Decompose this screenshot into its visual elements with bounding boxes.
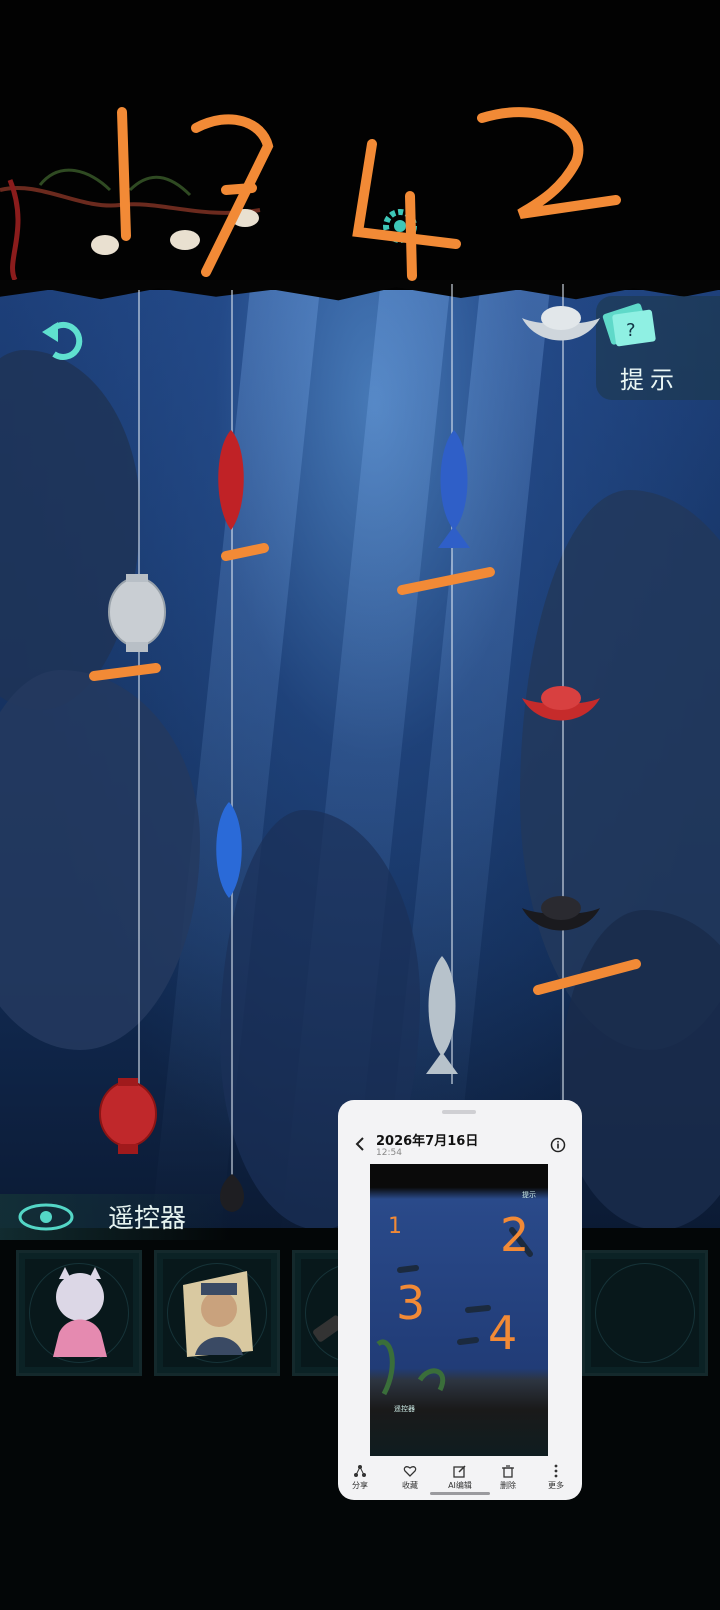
eye-icon (18, 1203, 74, 1231)
more-label: 更多 (548, 1481, 564, 1490)
edit-icon (453, 1465, 466, 1478)
photo-date: 2026年7月16日 (376, 1134, 479, 1149)
shot-remote-label: 遥控器 (394, 1405, 415, 1413)
favorite-button[interactable]: 收藏 (390, 1464, 430, 1491)
chevron-left-icon[interactable] (354, 1136, 366, 1152)
more-vertical-icon (554, 1464, 558, 1478)
inventory-slot-man-photo[interactable] (154, 1250, 280, 1376)
trash-icon (502, 1465, 514, 1478)
delete-button[interactable]: 删除 (488, 1464, 528, 1491)
drag-handle[interactable] (442, 1110, 476, 1114)
delete-label: 删除 (500, 1481, 516, 1490)
cat-doll-icon (53, 1267, 107, 1357)
home-indicator (430, 1492, 490, 1495)
remote-label: 遥控器 (108, 1204, 187, 1234)
shot-digit-4: 4 (488, 1306, 518, 1360)
inventory-slot-empty[interactable] (582, 1250, 708, 1376)
heart-icon (403, 1466, 417, 1477)
shot-hint-label: 提示 (522, 1191, 536, 1199)
gallery-preview-card[interactable]: 2026年7月16日 12:54 1 2 3 4 提示 遥控器 分享 收藏 AI… (338, 1100, 582, 1500)
more-button[interactable]: 更多 (536, 1464, 576, 1491)
screenshot-image[interactable]: 1 2 3 4 提示 遥控器 (370, 1164, 548, 1456)
man-portrait-icon (183, 1271, 253, 1357)
share-button[interactable]: 分享 (340, 1464, 380, 1491)
share-label: 分享 (352, 1481, 368, 1490)
shot-digit-3: 3 (396, 1276, 426, 1330)
favorite-label: 收藏 (402, 1481, 418, 1490)
share-icon (354, 1465, 366, 1477)
ai-edit-label: AI编辑 (448, 1481, 472, 1490)
shot-digit-1: 1 (388, 1214, 402, 1239)
shot-digit-2: 2 (500, 1208, 530, 1262)
ai-edit-button[interactable]: AI编辑 (440, 1464, 480, 1491)
photo-time: 12:54 (376, 1148, 402, 1158)
info-icon[interactable] (550, 1137, 566, 1153)
inventory-slot-cat-doll[interactable] (16, 1250, 142, 1376)
